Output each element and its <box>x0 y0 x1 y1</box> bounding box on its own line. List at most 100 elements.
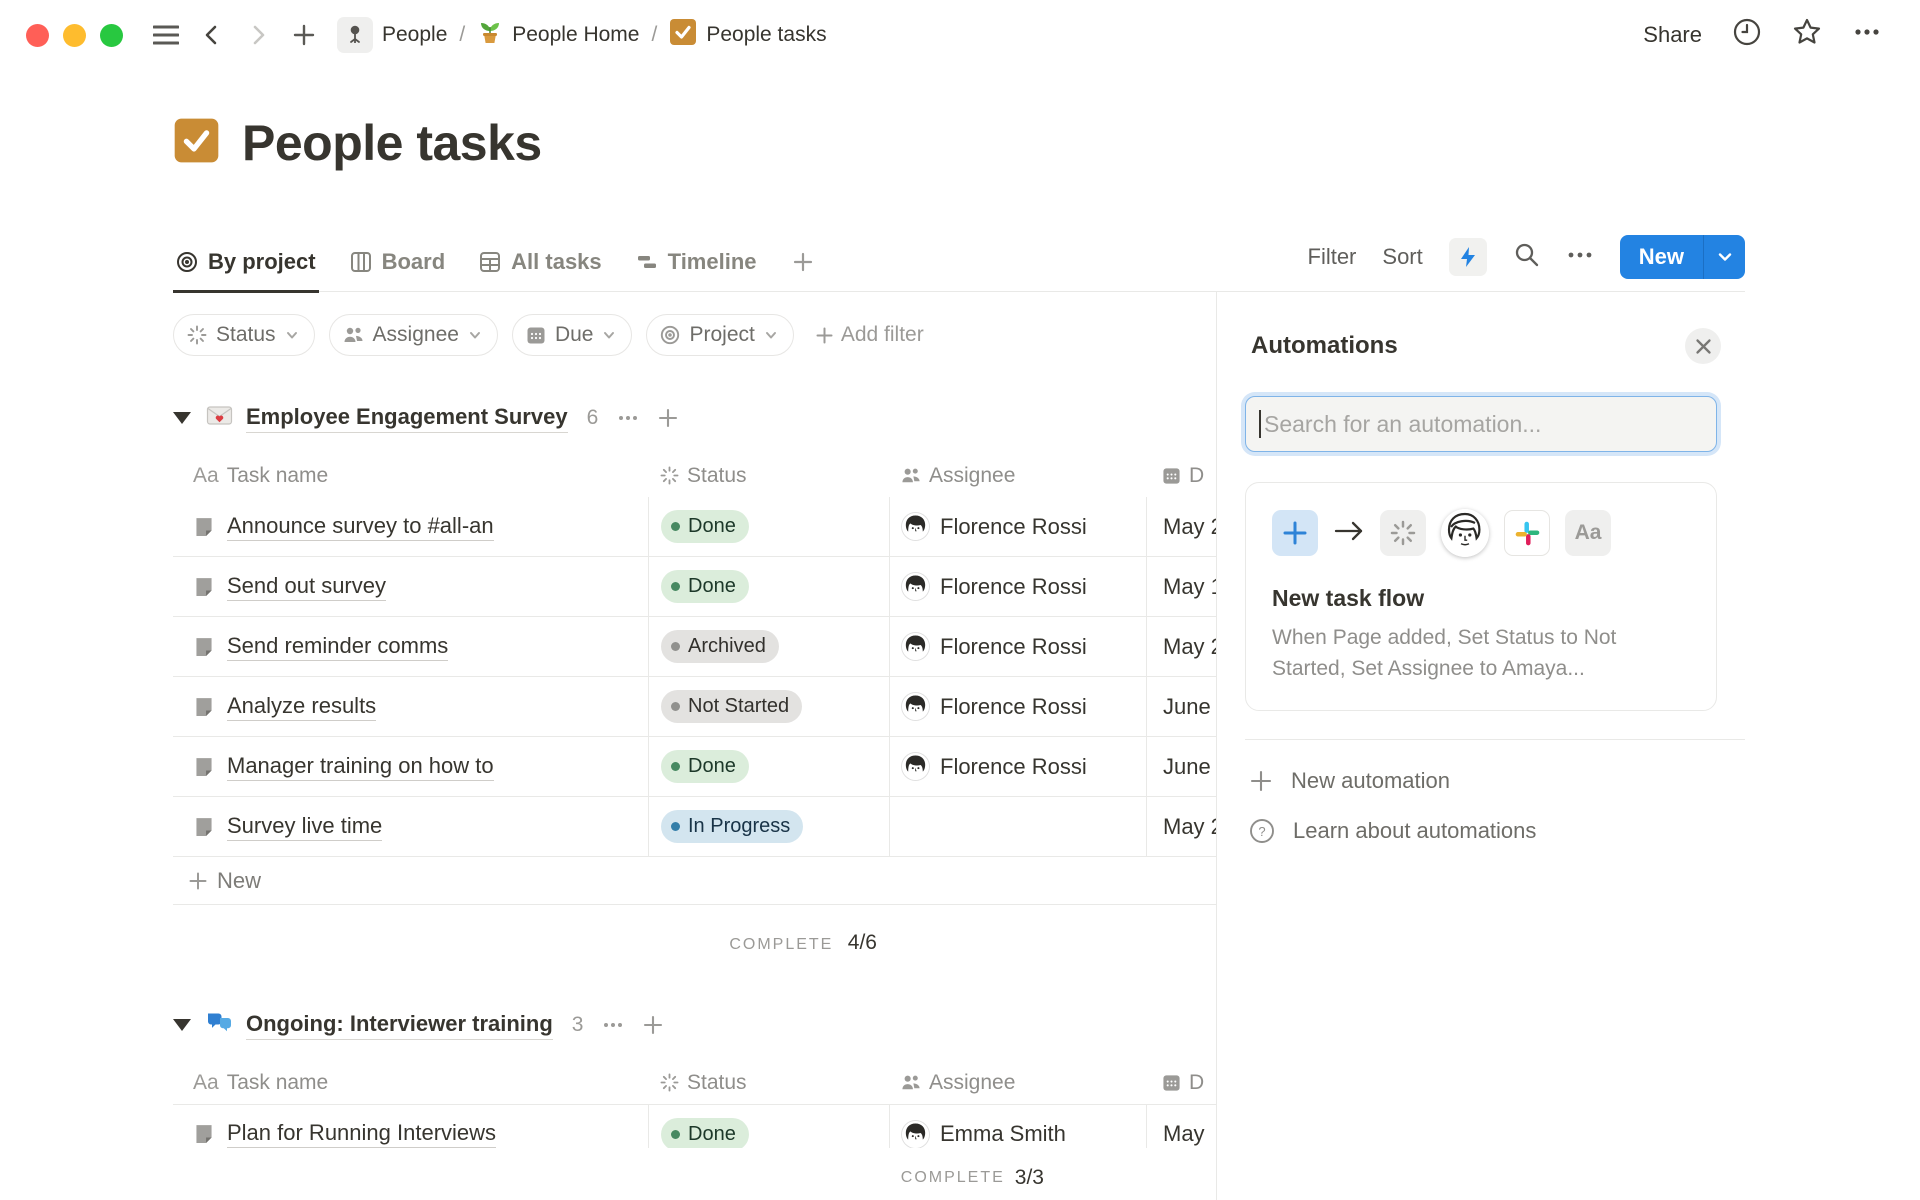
new-automation-button[interactable]: New automation <box>1249 768 1745 794</box>
status-pill[interactable]: Done <box>661 570 749 603</box>
page-icon <box>193 1123 215 1145</box>
breadcrumb-item-people[interactable]: People <box>337 17 447 53</box>
chevron-down-icon <box>468 328 482 342</box>
sort-button[interactable]: Sort <box>1382 244 1422 270</box>
task-name[interactable]: Survey live time <box>227 813 382 841</box>
minimize-window-button[interactable] <box>63 24 86 47</box>
favorite-star-icon[interactable] <box>1792 17 1822 53</box>
learn-about-automations-link[interactable]: ? Learn about automations <box>1249 818 1745 844</box>
column-header-task-name[interactable]: Aa Task name <box>173 1071 648 1095</box>
love-letter-icon <box>206 402 233 434</box>
filter-button[interactable]: Filter <box>1308 244 1357 270</box>
column-header-status[interactable]: Status <box>648 464 889 488</box>
calendar-icon <box>1162 466 1181 485</box>
tab-timeline[interactable]: Timeline <box>633 241 760 293</box>
group-count: 6 <box>587 406 599 430</box>
more-options-icon[interactable] <box>1852 17 1882 53</box>
group-add-icon[interactable] <box>658 408 678 428</box>
table-row[interactable]: Send reminder comms Archived Florence Ro… <box>173 617 1216 677</box>
zoom-window-button[interactable] <box>100 24 123 47</box>
table-row[interactable]: Manager training on how to Done Florence… <box>173 737 1216 797</box>
group-add-icon[interactable] <box>643 1015 663 1035</box>
column-header-assignee[interactable]: Assignee <box>889 464 1146 488</box>
forward-icon[interactable] <box>239 16 277 54</box>
add-filter-button[interactable]: Add filter <box>816 323 924 347</box>
collapse-triangle-icon[interactable] <box>173 1019 191 1031</box>
automation-search-input[interactable]: Search for an automation... <box>1245 396 1717 452</box>
group-more-icon[interactable] <box>617 407 639 429</box>
people-icon <box>901 466 921 486</box>
filter-chip-status[interactable]: Status <box>173 314 315 356</box>
status-pill[interactable]: Done <box>661 510 749 543</box>
learn-label: Learn about automations <box>1293 818 1536 844</box>
column-label: D <box>1189 1071 1204 1095</box>
assignee-name[interactable]: Emma Smith <box>940 1121 1066 1147</box>
task-name[interactable]: Announce survey to #all-an <box>227 513 494 541</box>
breadcrumb-item-people-home[interactable]: People Home <box>477 19 639 51</box>
svg-text:?: ? <box>1258 824 1265 839</box>
new-row-button[interactable]: New <box>173 857 1216 905</box>
back-icon[interactable] <box>193 16 231 54</box>
task-name[interactable]: Analyze results <box>227 693 376 721</box>
assignee-name[interactable]: Florence Rossi <box>940 694 1087 720</box>
assignee-name[interactable]: Florence Rossi <box>940 514 1087 540</box>
task-name[interactable]: Send out survey <box>227 573 386 601</box>
column-header-status[interactable]: Status <box>648 1071 889 1095</box>
view-options-icon[interactable] <box>1566 241 1594 274</box>
page-icon <box>193 696 215 718</box>
chevron-down-icon <box>285 328 299 342</box>
share-button[interactable]: Share <box>1643 22 1702 48</box>
search-icon[interactable] <box>1513 241 1540 273</box>
breadcrumb-item-people-tasks[interactable]: People tasks <box>669 18 826 52</box>
add-view-icon[interactable] <box>790 241 816 293</box>
new-button[interactable]: New <box>1620 235 1703 279</box>
collapse-triangle-icon[interactable] <box>173 412 191 424</box>
tab-board[interactable]: Board <box>347 241 449 293</box>
new-tab-icon[interactable] <box>285 16 323 54</box>
table-row[interactable]: Send out survey Done Florence Rossi May … <box>173 557 1216 617</box>
task-name[interactable]: Send reminder comms <box>227 633 448 661</box>
column-header-assignee[interactable]: Assignee <box>889 1071 1146 1095</box>
task-name[interactable]: Manager training on how to <box>227 753 494 781</box>
status-pill[interactable]: Not Started <box>661 690 802 723</box>
status-pill[interactable]: Done <box>661 750 749 783</box>
column-header-due[interactable]: D <box>1146 1071 1216 1095</box>
new-button-dropdown-icon[interactable] <box>1703 235 1745 279</box>
text-type-icon: Aa <box>193 1071 219 1095</box>
status-pill[interactable]: In Progress <box>661 810 803 843</box>
filter-chip-project[interactable]: Project <box>646 314 793 356</box>
tab-by-project[interactable]: By project <box>173 241 319 293</box>
new-button-group: New <box>1620 235 1745 279</box>
group-title[interactable]: Ongoing: Interviewer training <box>246 1011 553 1040</box>
status-pill[interactable]: Done <box>661 1118 749 1149</box>
table-row[interactable]: Plan for Running Interviews Done Emma Sm… <box>173 1104 1216 1148</box>
table-row[interactable]: Announce survey to #all-an Done Florence… <box>173 497 1216 557</box>
updates-clock-icon[interactable] <box>1732 17 1762 53</box>
close-icon[interactable] <box>1685 328 1721 364</box>
filter-chip-assignee[interactable]: Assignee <box>329 314 498 356</box>
plus-icon <box>189 872 207 890</box>
assignee-name[interactable]: Florence Rossi <box>940 634 1087 660</box>
table-row[interactable]: Analyze results Not Started Florence Ros… <box>173 677 1216 737</box>
column-header-task-name[interactable]: Aa Task name <box>173 464 648 488</box>
table-row[interactable]: Survey live time In Progress May 2 <box>173 797 1216 857</box>
automations-lightning-icon[interactable] <box>1449 238 1487 276</box>
column-header-due[interactable]: D <box>1146 464 1216 488</box>
assignee-empty-cell[interactable] <box>889 797 1146 856</box>
chip-label: Project <box>689 323 754 347</box>
tab-all-tasks[interactable]: All tasks <box>476 241 605 293</box>
close-window-button[interactable] <box>26 24 49 47</box>
filter-chip-due[interactable]: Due <box>512 314 633 356</box>
automation-card-new-task-flow[interactable]: Aa New task flow When Page added, Set St… <box>1245 482 1717 711</box>
page-checkbox-icon[interactable] <box>173 117 220 169</box>
avatar <box>902 1121 929 1148</box>
search-placeholder: Search for an automation... <box>1264 411 1541 438</box>
group-more-icon[interactable] <box>602 1014 624 1036</box>
assignee-name[interactable]: Florence Rossi <box>940 574 1087 600</box>
task-name[interactable]: Plan for Running Interviews <box>227 1120 496 1148</box>
sidebar-menu-icon[interactable] <box>147 16 185 54</box>
filter-bar: Status Assignee Due <box>173 314 1216 356</box>
assignee-name[interactable]: Florence Rossi <box>940 754 1087 780</box>
group-title[interactable]: Employee Engagement Survey <box>246 404 568 433</box>
status-pill[interactable]: Archived <box>661 630 779 663</box>
